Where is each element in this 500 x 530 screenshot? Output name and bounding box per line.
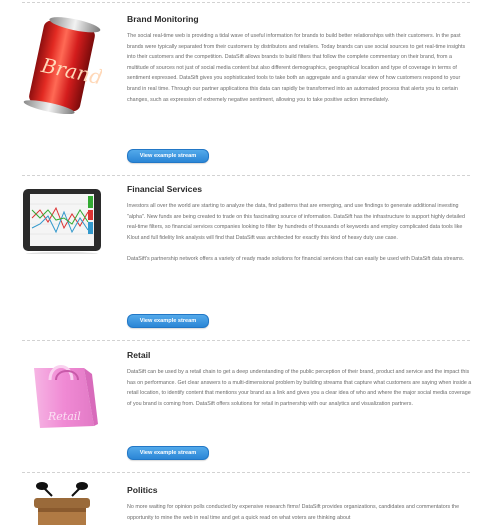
politics-content: Politics No more waiting for opinion pol… (127, 485, 472, 523)
section-title: Financial Services (127, 184, 202, 194)
section-divider (22, 340, 470, 341)
section-title: Retail (127, 350, 151, 360)
view-example-stream-button[interactable]: View example stream (127, 446, 209, 460)
view-example-stream-button[interactable]: View example stream (127, 149, 209, 163)
section-divider (22, 472, 470, 473)
section-description: Investors all over the world are startin… (127, 203, 465, 241)
shopping-bag-icon: Retail (22, 350, 102, 432)
section-description: No more waiting for opinion polls conduc… (127, 504, 460, 521)
section-divider (22, 175, 470, 176)
retail-content: Retail DataSift can be used by a retail … (127, 350, 472, 409)
section-description: DataSift's partnership network offers a … (127, 256, 465, 263)
section-title: Politics (127, 485, 158, 495)
brand-monitoring-content: Brand Monitoring The social real-time we… (127, 14, 472, 105)
bag-label-text: Retail (47, 410, 81, 423)
section-description: DataSift can be used by a retail chain t… (127, 369, 472, 407)
financial-services-content: Financial Services Investors all over th… (127, 184, 472, 265)
section-title: Brand Monitoring (127, 14, 199, 24)
view-example-stream-button[interactable]: View example stream (127, 314, 209, 328)
tablet-chart-icon (22, 188, 102, 258)
section-description: The social real-time web is providing a … (127, 33, 466, 103)
section-divider (22, 2, 470, 3)
soda-can-icon: Brand (22, 14, 105, 115)
podium-microphones-icon (22, 482, 102, 525)
